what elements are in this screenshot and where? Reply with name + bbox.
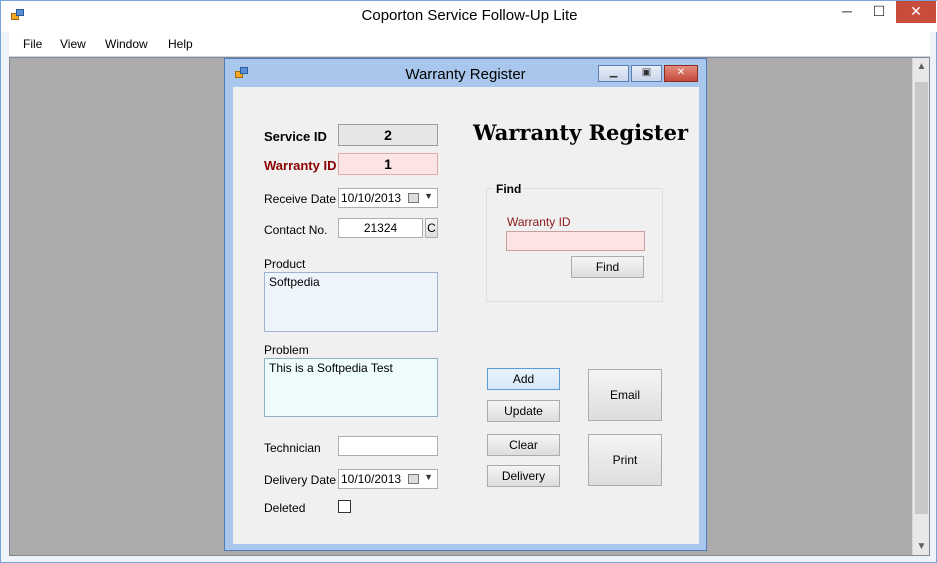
- technician-field[interactable]: [338, 436, 438, 456]
- main-titlebar[interactable]: Coporton Service Follow-Up Lite ─ ☐ ✕: [1, 1, 937, 32]
- child-close-button[interactable]: ✕: [664, 65, 698, 82]
- receive-date-label: Receive Date: [264, 192, 337, 206]
- contact-no-label: Contact No.: [264, 223, 328, 237]
- add-button[interactable]: Add: [487, 368, 560, 390]
- chevron-down-icon[interactable]: ▼: [424, 472, 433, 482]
- chevron-down-icon[interactable]: ▼: [424, 191, 433, 201]
- find-groupbox: Find Warranty ID Find: [486, 182, 663, 302]
- scroll-down-icon[interactable]: ▼: [913, 538, 930, 555]
- delivery-button[interactable]: Delivery: [487, 465, 560, 487]
- delivery-date-label: Delivery Date: [264, 473, 337, 487]
- warranty-id-field[interactable]: 1: [338, 153, 438, 175]
- scroll-up-icon[interactable]: ▲: [913, 58, 930, 75]
- child-restore-button[interactable]: ▣: [631, 65, 662, 82]
- form-heading: Warranty Register: [473, 120, 689, 145]
- menu-help[interactable]: Help: [168, 37, 193, 51]
- find-group-title: Find: [494, 182, 524, 196]
- vertical-scrollbar[interactable]: ▲ ▼: [912, 58, 929, 555]
- service-id-label: Service ID: [264, 129, 327, 144]
- main-window: Coporton Service Follow-Up Lite ─ ☐ ✕ Fi…: [0, 0, 937, 563]
- contact-no-field[interactable]: 21324: [338, 218, 423, 238]
- menubar: File View Window Help: [9, 32, 930, 57]
- technician-label: Technician: [264, 441, 321, 455]
- receive-date-picker[interactable]: 10/10/2013 ▼: [338, 188, 438, 208]
- print-button[interactable]: Print: [588, 434, 662, 486]
- menu-view[interactable]: View: [60, 37, 86, 51]
- menu-file[interactable]: File: [23, 37, 42, 51]
- maximize-button[interactable]: ☐: [863, 1, 895, 23]
- problem-textarea[interactable]: This is a Softpedia Test: [264, 358, 438, 417]
- menu-window[interactable]: Window: [105, 37, 148, 51]
- update-button[interactable]: Update: [487, 400, 560, 422]
- product-textarea[interactable]: Softpedia: [264, 272, 438, 332]
- receive-date-value: 10/10/2013: [341, 191, 402, 205]
- app-title: Coporton Service Follow-Up Lite: [361, 7, 578, 24]
- email-button[interactable]: Email: [588, 369, 662, 421]
- calendar-icon[interactable]: [408, 193, 419, 203]
- deleted-label: Deleted: [264, 501, 306, 515]
- product-label: Product: [264, 257, 306, 271]
- child-minimize-button[interactable]: ▁: [598, 65, 629, 82]
- child-titlebar[interactable]: Warranty Register ▁ ▣ ✕: [225, 59, 706, 87]
- find-warranty-id-input[interactable]: [506, 231, 645, 251]
- clear-button[interactable]: Clear: [487, 434, 560, 456]
- find-warranty-id-label: Warranty ID: [507, 215, 571, 229]
- deleted-checkbox[interactable]: [338, 500, 351, 513]
- minimize-button[interactable]: ─: [831, 1, 863, 23]
- warranty-register-window: Warranty Register ▁ ▣ ✕ Service ID 2 War…: [224, 58, 707, 551]
- find-button[interactable]: Find: [571, 256, 644, 278]
- form-client-area: Service ID 2 Warranty ID 1 Receive Date …: [233, 87, 699, 544]
- delivery-date-picker[interactable]: 10/10/2013 ▼: [338, 469, 438, 489]
- calendar-icon[interactable]: [408, 474, 419, 484]
- warranty-id-label: Warranty ID: [264, 158, 337, 173]
- close-button[interactable]: ✕: [896, 1, 936, 23]
- delivery-date-value: 10/10/2013: [341, 472, 402, 486]
- contact-c-button[interactable]: C: [425, 218, 438, 238]
- problem-label: Problem: [264, 343, 309, 357]
- service-id-field[interactable]: 2: [338, 124, 438, 146]
- scroll-thumb[interactable]: [915, 82, 928, 514]
